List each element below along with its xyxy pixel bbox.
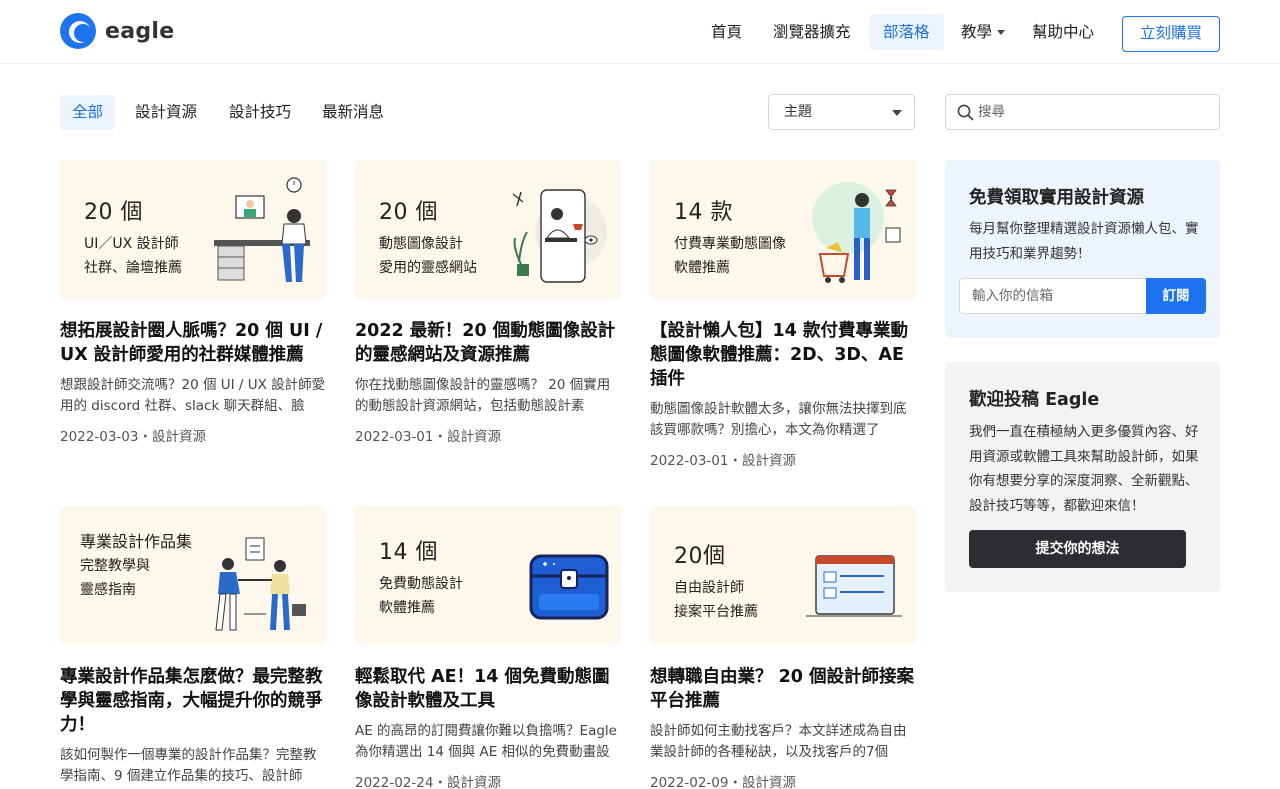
eagle-logo-icon (60, 13, 96, 49)
post-card[interactable]: 20 個 UI／UX 設計師 社群、論壇推薦 想拓展設計圈人脈嗎？20 個 UI… (60, 160, 326, 445)
post-title[interactable]: 想轉職自由業？ 20 個設計師接案平台推薦 (650, 665, 916, 713)
subscribe-box: 免費領取實用設計資源 每月幫你整理精選設計資源懶人包、實用技巧和業界趨勢！ 訂閱 (945, 160, 1220, 338)
post-thumbnail: 20 個 動態圖像設計 愛用的靈感網站 (355, 160, 621, 299)
post-excerpt: 該如何製作一個專業的設計作品集？完整教學指南、9 個建立作品集的技巧、設計師 (60, 747, 317, 784)
thumb-line: 免費動態設計 (379, 576, 463, 592)
nav-browser-extension[interactable]: 瀏覽器擴充 (773, 14, 851, 50)
chevron-down-icon (997, 30, 1006, 35)
thumb-line: 社群、論壇推薦 (84, 260, 182, 276)
post-thumbnail: 14 款 付費專業動態圖像 軟體推薦 (650, 160, 916, 299)
tab-design-tips[interactable]: 設計技巧 (229, 95, 291, 130)
thumb-line: 靈感指南 (80, 582, 136, 598)
post-title[interactable]: 【設計懶人包】14 款付費專業動態圖像軟體推薦：2D、3D、AE 插件 (650, 319, 916, 391)
handshake-illustration-icon (215, 537, 306, 631)
nav-tutorial[interactable]: 教學 (961, 14, 1006, 50)
email-field[interactable] (959, 278, 1147, 314)
subscribe-text: 每月幫你整理精選設計資源懶人包、實用技巧和業界趨勢！ (969, 221, 1199, 262)
post-thumbnail: 20 個 UI／UX 設計師 社群、論壇推薦 (60, 160, 326, 299)
thumb-line: 愛用的靈感網站 (379, 260, 477, 276)
thumb-line: 動態圖像設計 (379, 236, 463, 252)
post-card[interactable]: 14 個 免費動態設計 軟體推薦 輕鬆取代 AE！14 個免費動態圖像設計軟體及… (355, 506, 621, 789)
search-icon (957, 104, 974, 121)
submit-idea-button[interactable]: 提交你的想法 (969, 530, 1186, 568)
desk-illustration-icon (214, 177, 310, 282)
buy-now-button[interactable]: 立刻購買 (1122, 16, 1220, 52)
thumb-headline: 14 款 (674, 200, 733, 225)
topic-select[interactable]: 主題 (768, 94, 915, 130)
tab-all[interactable]: 全部 (60, 95, 116, 130)
post-excerpt: 動態圖像設計軟體太多，讓你無法抉擇到底該買哪款嗎？別擔心，本文為你精選了 (650, 401, 907, 438)
post-excerpt: 想跟設計師交流嗎？20 個 UI / UX 設計師愛用的 discord 社群、… (60, 377, 326, 414)
subscribe-button[interactable]: 訂閱 (1146, 278, 1206, 314)
thumb-line: 完整教學與 (80, 558, 150, 574)
nav-tutorial-label: 教學 (961, 23, 993, 41)
nav-home[interactable]: 首頁 (711, 14, 742, 50)
search-box (945, 94, 1220, 130)
treasure-chest-icon (529, 554, 609, 620)
post-card[interactable]: 20 個 動態圖像設計 愛用的靈感網站 2022 最新！20 個動態圖像設計的靈… (355, 160, 621, 445)
topic-select-value: 主題 (784, 104, 812, 120)
thumb-headline: 20 個 (379, 200, 438, 225)
thumb-line: 軟體推薦 (674, 260, 730, 276)
subscribe-title: 免費領取實用設計資源 (969, 188, 1144, 208)
post-title[interactable]: 2022 最新！20 個動態圖像設計的靈感網站及資源推薦 (355, 319, 621, 367)
top-navbar: eagle 首頁 瀏覽器擴充 部落格 教學 幫助中心 立刻購買 (0, 0, 1280, 64)
post-title[interactable]: 想拓展設計圈人脈嗎？20 個 UI / UX 設計師愛用的社群媒體推薦 (60, 319, 326, 367)
nav-blog[interactable]: 部落格 (869, 14, 944, 50)
post-meta: 2022-03-01・設計資源 (650, 453, 796, 469)
thumb-line: 接案平台推薦 (674, 604, 758, 620)
thumb-line: 付費專業動態圖像 (674, 236, 786, 252)
contribute-text: 我們一直在積極納入更多優質內容、好用資源或軟體工具來幫助設計師，如果你有想要分享… (969, 424, 1199, 514)
thumb-headline: 專業設計作品集 (80, 532, 193, 551)
contribute-box: 歡迎投稿 Eagle 我們一直在積極納入更多優質內容、好用資源或軟體工具來幫助設… (945, 362, 1220, 592)
post-meta: 2022-03-03・設計資源 (60, 429, 206, 445)
post-meta: 2022-03-01・設計資源 (355, 429, 501, 445)
thumb-headline: 20個 (674, 544, 726, 569)
thumb-headline: 20 個 (84, 200, 143, 225)
post-excerpt: 設計師如何主動找客戶？本文詳述成為自由業設計師的各種秘訣，以及找客戶的7個 (650, 723, 907, 760)
search-input[interactable] (978, 95, 1213, 129)
tab-latest-news[interactable]: 最新消息 (322, 95, 384, 130)
eagle-logo[interactable]: eagle (60, 13, 174, 49)
logo-text: eagle (105, 18, 175, 44)
post-card[interactable]: 專業設計作品集 完整教學與 靈感指南 專業設計作品集怎麼做？最完整教學與靈感指南… (60, 506, 326, 787)
tab-design-resources[interactable]: 設計資源 (135, 95, 197, 130)
post-excerpt: AE 的高昂的訂閱費讓你難以負擔嗎？Eagle 為你精選出 14 個與 AE 相… (355, 723, 617, 760)
post-title[interactable]: 專業設計作品集怎麼做？最完整教學與靈感指南，大幅提升你的競爭力！ (60, 665, 326, 737)
post-thumbnail: 20個 自由設計師 接案平台推薦 (650, 506, 916, 645)
post-card[interactable]: 20個 自由設計師 接案平台推薦 想轉職自由業？ 20 個設計師接案平台推薦 設… (650, 506, 916, 789)
shopper-illustration-icon (812, 182, 901, 283)
chevron-down-icon (892, 110, 902, 116)
thumb-line: 軟體推薦 (379, 600, 435, 616)
thumb-line: UI／UX 設計師 (84, 236, 179, 252)
thumb-headline: 14 個 (379, 540, 438, 565)
thumb-line: 自由設計師 (674, 580, 744, 596)
post-meta: 2022-02-24・設計資源 (355, 775, 501, 789)
post-card[interactable]: 14 款 付費專業動態圖像 軟體推薦 【設計懶人包】14 款付費專業動態圖像軟體… (650, 160, 916, 469)
post-meta: 2022-02-09・設計資源 (650, 775, 796, 789)
post-thumbnail: 專業設計作品集 完整教學與 靈感指南 (60, 506, 326, 645)
post-title[interactable]: 輕鬆取代 AE！14 個免費動態圖像設計軟體及工具 (355, 665, 621, 713)
post-thumbnail: 14 個 免費動態設計 軟體推薦 (355, 506, 621, 645)
nav-help-center[interactable]: 幫助中心 (1032, 14, 1094, 50)
browser-window-icon (806, 555, 902, 617)
phone-illustration-icon (512, 189, 607, 283)
contribute-title: 歡迎投稿 Eagle (969, 390, 1100, 410)
post-excerpt: 你在找動態圖像設計的靈感嗎？ 20 個實用的動態設計資源網站，包括動態設計素 (355, 377, 611, 414)
